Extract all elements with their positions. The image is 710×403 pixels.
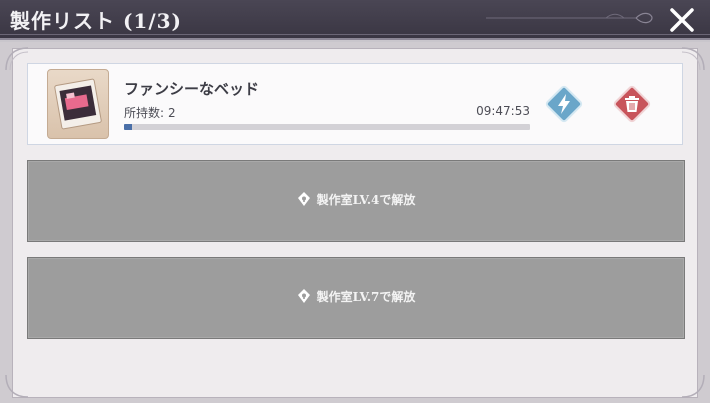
- bed-item-icon: [54, 78, 102, 130]
- item-name: ファンシーなベッド: [124, 80, 260, 98]
- trash-icon: [613, 85, 651, 123]
- owned-count: 所持数: 2: [124, 104, 176, 121]
- locked-slot: 製作室LV.4で解放: [27, 160, 685, 242]
- title-bar: 製作リスト (1/3): [0, 0, 710, 40]
- close-button[interactable]: [668, 6, 696, 34]
- window-title: 製作リスト (1/3): [10, 9, 183, 33]
- ornament-decoration: [486, 12, 653, 24]
- locked-slot-label: 製作室LV.7で解放: [316, 290, 416, 304]
- locked-slot-label: 製作室LV.4で解放: [316, 193, 416, 207]
- delete-button[interactable]: [612, 84, 652, 124]
- corner-ornament-icon: [681, 374, 705, 398]
- speedup-button[interactable]: [544, 84, 584, 124]
- locked-slot: 製作室LV.7で解放: [27, 257, 685, 339]
- lock-icon: [297, 192, 310, 206]
- owned-value: 2: [168, 106, 176, 120]
- corner-ornament-icon: [5, 374, 29, 398]
- craft-progress-bar: [124, 124, 530, 130]
- lock-icon: [297, 289, 310, 303]
- lightning-icon: [545, 85, 583, 123]
- close-icon: [670, 8, 694, 32]
- craft-item-card[interactable]: ファンシーなベッド 所持数: 2 09:47:53: [27, 63, 683, 145]
- item-thumbnail: [47, 69, 109, 139]
- craft-progress-fill: [124, 124, 133, 130]
- corner-ornament-icon: [681, 47, 705, 71]
- craft-timer: 09:47:53: [476, 104, 530, 118]
- owned-label: 所持数:: [124, 106, 165, 120]
